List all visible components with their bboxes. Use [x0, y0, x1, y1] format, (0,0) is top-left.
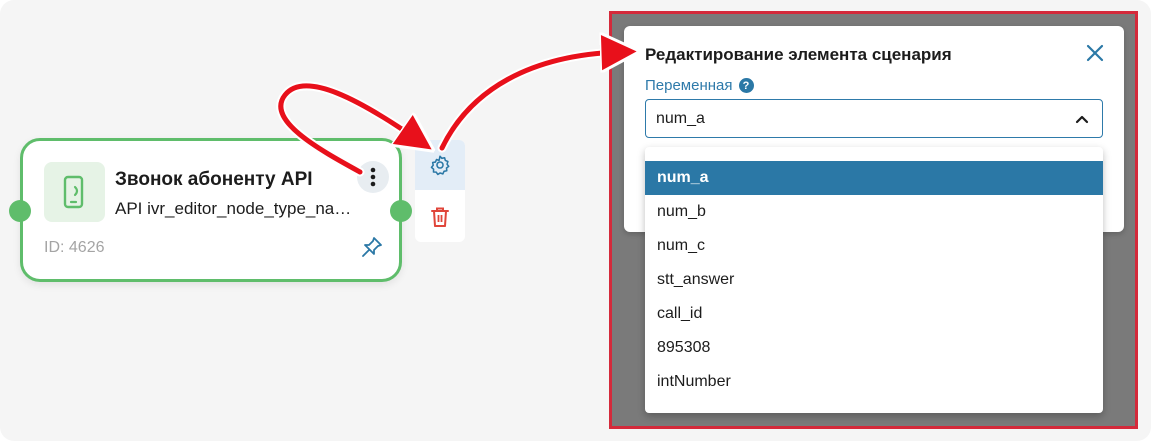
scenario-node-card[interactable]: Звонок абоненту API API ivr_editor_node_… [20, 138, 402, 282]
more-vertical-icon [370, 167, 376, 187]
variable-label-text: Переменная [645, 77, 733, 94]
node-id: ID: 4626 [44, 239, 105, 256]
help-icon[interactable]: ? [738, 78, 754, 93]
variable-options-list: num_a num_b num_c stt_answer call_id 895… [645, 161, 1103, 399]
variable-select-value: num_a [656, 110, 705, 127]
node-subtitle: API ivr_editor_node_type_name [115, 199, 355, 218]
node-icon-box [44, 162, 105, 222]
dropdown-option[interactable]: 895308 [645, 331, 1103, 365]
input-port[interactable] [9, 200, 31, 222]
gear-icon [430, 155, 450, 176]
dropdown-option[interactable]: stt_answer [645, 263, 1103, 297]
dropdown-option[interactable]: num_a [645, 161, 1103, 195]
phone-call-icon [63, 175, 83, 209]
settings-button[interactable] [415, 140, 465, 190]
pin-icon[interactable] [360, 235, 384, 259]
delete-button[interactable] [415, 192, 465, 242]
dropdown-option[interactable]: num_b [645, 195, 1103, 229]
dialog-title: Редактирование элемента сценария [645, 45, 952, 64]
close-icon[interactable] [1085, 43, 1105, 63]
output-port[interactable] [390, 200, 412, 222]
node-menu-button[interactable] [357, 161, 389, 193]
dropdown-option[interactable]: call_id [645, 297, 1103, 331]
dropdown-option[interactable]: num_c [645, 229, 1103, 263]
node-side-toolbar [415, 140, 465, 242]
variable-select[interactable]: num_a [645, 99, 1103, 138]
node-title: Звонок абоненту API [115, 169, 313, 190]
chevron-up-icon[interactable] [1074, 112, 1090, 126]
variable-dropdown: num_a num_b num_c stt_answer call_id 895… [645, 147, 1103, 413]
variable-field-label: Переменная ? [645, 77, 754, 94]
dropdown-option[interactable]: intNumber [645, 365, 1103, 399]
trash-icon [431, 207, 449, 227]
